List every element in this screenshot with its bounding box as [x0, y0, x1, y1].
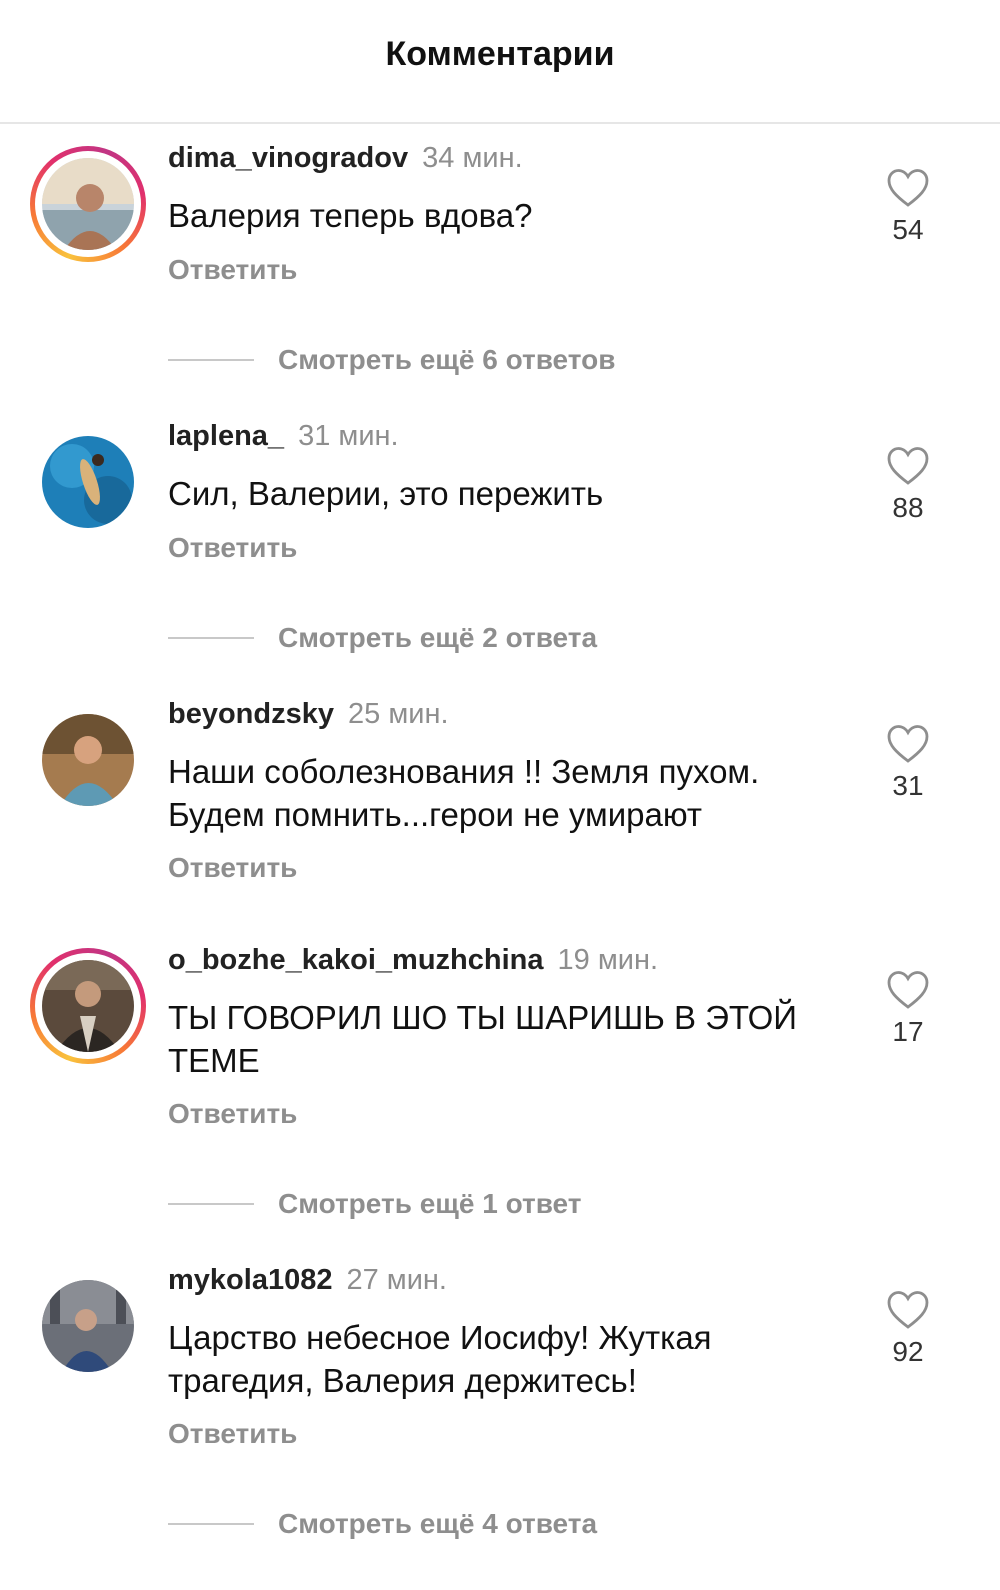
heart-outline-icon[interactable] — [886, 970, 930, 1010]
view-more-replies[interactable]: Смотреть ещё 2 ответа — [168, 618, 597, 658]
view-more-replies[interactable]: Смотреть ещё 6 ответов — [168, 340, 615, 380]
username[interactable]: o_bozhe_kakoi_muzhchina — [168, 944, 544, 976]
avatar-wrap[interactable] — [30, 702, 146, 818]
page-title: Комментарии — [385, 34, 615, 73]
comment-meta: o_bozhe_kakoi_muzhchina 19 мин. — [168, 944, 658, 977]
avatar-wrap[interactable] — [30, 1268, 146, 1384]
avatar — [42, 960, 134, 1052]
timestamp: 19 мин. — [557, 944, 659, 976]
username[interactable]: dima_vinogradov — [168, 142, 408, 174]
comment-meta: beyondzsky 25 мин. — [168, 698, 449, 731]
view-more-replies-label: Смотреть ещё 1 ответ — [278, 1188, 582, 1219]
divider-line — [168, 1523, 254, 1525]
username[interactable]: laplena_ — [168, 420, 284, 452]
view-more-replies[interactable]: Смотреть ещё 1 ответ — [168, 1184, 581, 1224]
like-count: 17 — [892, 1016, 924, 1047]
view-more-replies-label: Смотреть ещё 2 ответа — [278, 622, 598, 653]
view-more-replies-label: Смотреть ещё 6 ответов — [278, 344, 616, 375]
comment-text: Царство небесное Иосифу! Жуткая трагедия… — [168, 1319, 712, 1399]
comment-meta: dima_vinogradov 34 мин. — [168, 142, 523, 175]
reply-button[interactable]: Ответить — [168, 1418, 297, 1450]
comments-screen: Комментарии dima_vinogradov 34 мин. Валер… — [0, 0, 1000, 1590]
reply-button[interactable]: Ответить — [168, 1098, 297, 1130]
like-count: 88 — [892, 492, 924, 523]
timestamp: 27 мин. — [346, 1264, 447, 1296]
like-count: 31 — [892, 770, 924, 801]
like-control: 92 — [870, 1290, 946, 1368]
username[interactable]: beyondzsky — [168, 698, 334, 730]
divider-line — [168, 359, 254, 361]
divider-line — [168, 637, 254, 639]
comment-text: Валерия теперь вдова? — [168, 197, 533, 234]
avatar — [42, 714, 134, 806]
like-count: 92 — [892, 1336, 924, 1367]
heart-outline-icon[interactable] — [886, 724, 930, 764]
header: Комментарии — [0, 0, 1000, 124]
avatar-story-ring[interactable] — [30, 948, 146, 1064]
heart-outline-icon[interactable] — [886, 1290, 930, 1330]
like-control: 88 — [870, 446, 946, 524]
reply-button[interactable]: Ответить — [168, 852, 297, 884]
heart-outline-icon[interactable] — [886, 446, 930, 486]
avatar — [42, 1280, 134, 1372]
timestamp: 31 мин. — [298, 420, 399, 452]
avatar-story-ring[interactable] — [30, 146, 146, 262]
timestamp: 34 мин. — [422, 142, 523, 174]
timestamp: 25 мин. — [348, 698, 449, 730]
avatar-wrap[interactable] — [30, 424, 146, 540]
comment-text: Сил, Валерии, это пережить — [168, 475, 604, 512]
view-more-replies[interactable]: Смотреть ещё 4 ответа — [168, 1504, 597, 1544]
divider-line — [168, 1203, 254, 1205]
like-control: 17 — [870, 970, 946, 1048]
heart-outline-icon[interactable] — [886, 168, 930, 208]
comment-meta: laplena_ 31 мин. — [168, 420, 399, 453]
like-control: 54 — [870, 168, 946, 246]
like-control: 31 — [870, 724, 946, 802]
reply-button[interactable]: Ответить — [168, 532, 297, 564]
comment-meta: mykola1082 27 мин. — [168, 1264, 447, 1297]
avatar — [42, 158, 134, 250]
comment-text: ТЫ ГОВОРИЛ ШО ТЫ ШАРИШЬ В ЭТОЙ ТЕМЕ — [168, 999, 797, 1079]
like-count: 54 — [892, 214, 924, 245]
avatar — [42, 436, 134, 528]
view-more-replies-label: Смотреть ещё 4 ответа — [278, 1508, 598, 1539]
username[interactable]: mykola1082 — [168, 1264, 332, 1296]
comment-text: Наши соболезнования !! Земля пухом. Буде… — [168, 753, 760, 833]
reply-button[interactable]: Ответить — [168, 254, 297, 286]
